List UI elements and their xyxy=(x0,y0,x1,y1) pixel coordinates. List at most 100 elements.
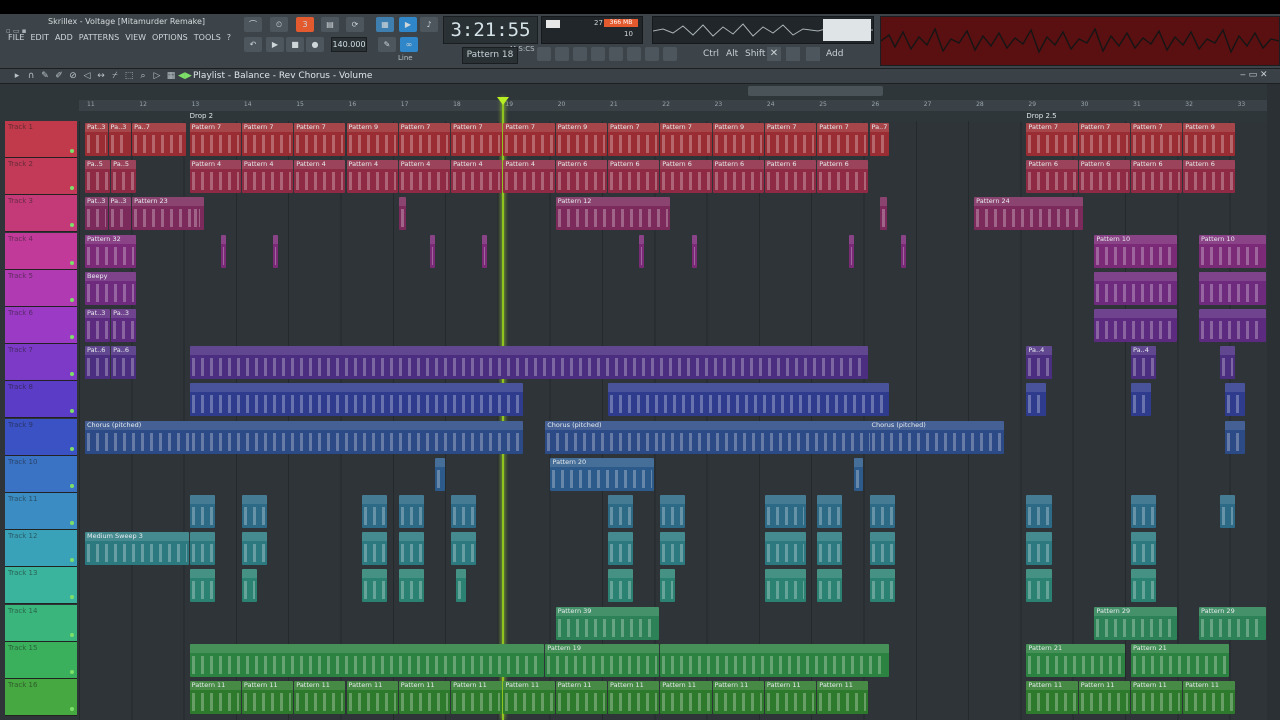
playlist-clip[interactable] xyxy=(1131,532,1157,566)
playlist-clip[interactable] xyxy=(660,569,675,603)
track-enable-led[interactable] xyxy=(70,186,74,191)
playlist-clip[interactable]: Pattern 11 xyxy=(1078,681,1130,714)
playlist-clip[interactable] xyxy=(1198,271,1266,305)
playlist-clip[interactable]: Pattern 4 xyxy=(189,160,241,194)
track-header[interactable]: Track 5 xyxy=(5,269,77,307)
track-enable-led[interactable] xyxy=(70,632,74,637)
playlist-clip[interactable] xyxy=(660,532,686,566)
playlist-clip[interactable] xyxy=(362,532,388,566)
magnet-icon[interactable]: ∩ xyxy=(26,71,36,81)
playlist-clip[interactable]: Pattern 7 xyxy=(817,123,869,156)
playlist-clip[interactable]: Pat..3 xyxy=(85,197,108,231)
playlist-clip[interactable]: Pattern 6 xyxy=(817,160,869,194)
playlist-window-controls[interactable]: ‒ ▭ ✕ xyxy=(1240,70,1268,80)
playlist-clip[interactable]: Pattern 11 xyxy=(189,681,241,714)
playlist-clip[interactable]: Pattern 9 xyxy=(555,123,607,156)
playlist-clip[interactable]: Pattern 7 xyxy=(1078,123,1130,156)
playlist-clip[interactable]: Pattern 6 xyxy=(555,160,607,194)
track-header[interactable]: Track 13 xyxy=(5,567,77,605)
track-enable-led[interactable] xyxy=(70,595,74,600)
playlist-clip[interactable]: Chorus (pitched) xyxy=(869,420,1005,454)
timeline-marker[interactable]: Drop 2 xyxy=(190,112,214,120)
playlist-clip[interactable]: Pattern 10 xyxy=(1198,234,1266,268)
track-header[interactable]: Track 16 xyxy=(5,679,77,716)
playlist-clip[interactable] xyxy=(900,234,906,268)
playlist-clip[interactable]: Pattern 6 xyxy=(1131,160,1183,194)
song-position-display[interactable]: 3:21:55 xyxy=(443,16,538,44)
playlist-clip[interactable] xyxy=(189,643,545,677)
playback-icon[interactable]: ▷ xyxy=(152,71,162,81)
track-enable-led[interactable] xyxy=(70,260,74,265)
playlist-clip[interactable] xyxy=(660,495,686,528)
plugin-picker-icon[interactable] xyxy=(627,47,641,61)
playlist-clip[interactable]: Pattern 11 xyxy=(294,681,346,714)
playlist-clip[interactable]: Pattern 4 xyxy=(503,160,555,194)
playlist-clip[interactable]: Pattern 11 xyxy=(451,681,503,714)
playlist-clip[interactable] xyxy=(189,532,215,566)
playlist-clip[interactable]: Pattern 20 xyxy=(550,457,655,491)
alt-key[interactable]: Alt xyxy=(726,49,738,59)
bar-ruler[interactable]: 11 12 13 14 15 16 17 18 19 20 21 22 23 24 25 26 27 28 29 30… xyxy=(79,100,1267,111)
playlist-clip[interactable] xyxy=(879,197,887,231)
playlist-clip[interactable]: Pattern 19 xyxy=(545,643,660,677)
playlist-clip[interactable]: Pattern 21 xyxy=(1131,643,1230,677)
shift-key[interactable]: Shift xyxy=(745,49,765,59)
track-enable-led[interactable] xyxy=(70,707,74,711)
playlist-clip[interactable] xyxy=(1026,532,1052,566)
zoom-icon[interactable]: ⌕ xyxy=(138,71,148,81)
playlist-clip[interactable]: Pattern 11 xyxy=(712,681,764,714)
playlist-clip[interactable] xyxy=(1131,495,1157,528)
playlist-clip[interactable] xyxy=(1094,271,1178,305)
playlist-clip[interactable] xyxy=(691,234,697,268)
track-enable-led[interactable] xyxy=(70,483,74,488)
playlist-clip[interactable] xyxy=(189,346,869,380)
plugin-icon[interactable] xyxy=(645,47,659,61)
tuner-icon[interactable] xyxy=(663,47,677,61)
snap-selector[interactable]: Line xyxy=(398,54,413,62)
track-header[interactable]: Track 2 xyxy=(5,158,77,196)
link-icon[interactable]: ∞ xyxy=(400,37,418,52)
playlist-clip[interactable]: Pattern 11 xyxy=(503,681,555,714)
playlist-clip[interactable]: Pa..5 xyxy=(85,160,111,194)
track-enable-led[interactable] xyxy=(70,372,74,377)
playlist-clip[interactable] xyxy=(1219,346,1235,380)
playlist-clip[interactable]: Chorus (pitched) xyxy=(545,420,675,454)
track-header[interactable]: Track 12 xyxy=(5,530,77,568)
select-icon[interactable]: ⬚ xyxy=(124,71,134,81)
playlist-clip[interactable] xyxy=(764,569,806,603)
track-header[interactable]: Track 14 xyxy=(5,604,77,642)
playlist-clip[interactable] xyxy=(435,457,445,491)
playlist-clip[interactable]: Pat..3 xyxy=(85,123,108,156)
menu-patterns[interactable]: PATTERNS xyxy=(79,33,119,42)
playlist-clip[interactable]: Pattern 11 xyxy=(608,681,660,714)
paste-icon[interactable] xyxy=(806,47,820,61)
copy-icon[interactable] xyxy=(786,47,800,61)
track-header[interactable]: Track 6 xyxy=(5,307,77,344)
playlist-clip[interactable]: Pattern 7 xyxy=(764,123,817,156)
wait-input-icon[interactable]: ⏲ xyxy=(270,17,288,32)
mixer-icon[interactable] xyxy=(591,47,605,61)
playlist-clip[interactable]: Pattern 12 xyxy=(555,197,670,231)
playlist-clip[interactable] xyxy=(764,532,806,566)
playlist-clip[interactable] xyxy=(456,569,466,603)
playlist-clip[interactable] xyxy=(848,234,854,268)
slice-icon[interactable]: ⌿ xyxy=(110,71,120,81)
undo-icon[interactable]: ↶ xyxy=(244,37,262,52)
browser-icon[interactable] xyxy=(609,47,623,61)
playlist-clip[interactable]: Pattern 4 xyxy=(398,160,451,194)
playlist-clip[interactable] xyxy=(1026,495,1052,528)
playlist-clip[interactable]: Pattern 32 xyxy=(85,234,137,268)
playlist-clip[interactable]: Pattern 7 xyxy=(660,123,712,156)
playlist-clip[interactable] xyxy=(608,495,634,528)
track-enable-led[interactable] xyxy=(70,669,74,674)
stop-icon[interactable]: ■ xyxy=(286,37,304,52)
playlist-clip[interactable]: Pattern 7 xyxy=(608,123,660,156)
playlist-clip[interactable]: Pattern 6 xyxy=(608,160,660,194)
playlist-clip[interactable]: Pattern 24 xyxy=(974,197,1083,231)
track-enable-led[interactable] xyxy=(70,521,74,525)
metronome-icon[interactable]: ⌒ xyxy=(244,17,262,32)
mute-icon[interactable]: ◁ xyxy=(82,71,92,81)
track-enable-led[interactable] xyxy=(70,409,74,414)
track-header[interactable]: Track 8 xyxy=(5,381,77,419)
playlist-clip[interactable]: Pattern 4 xyxy=(294,160,346,194)
